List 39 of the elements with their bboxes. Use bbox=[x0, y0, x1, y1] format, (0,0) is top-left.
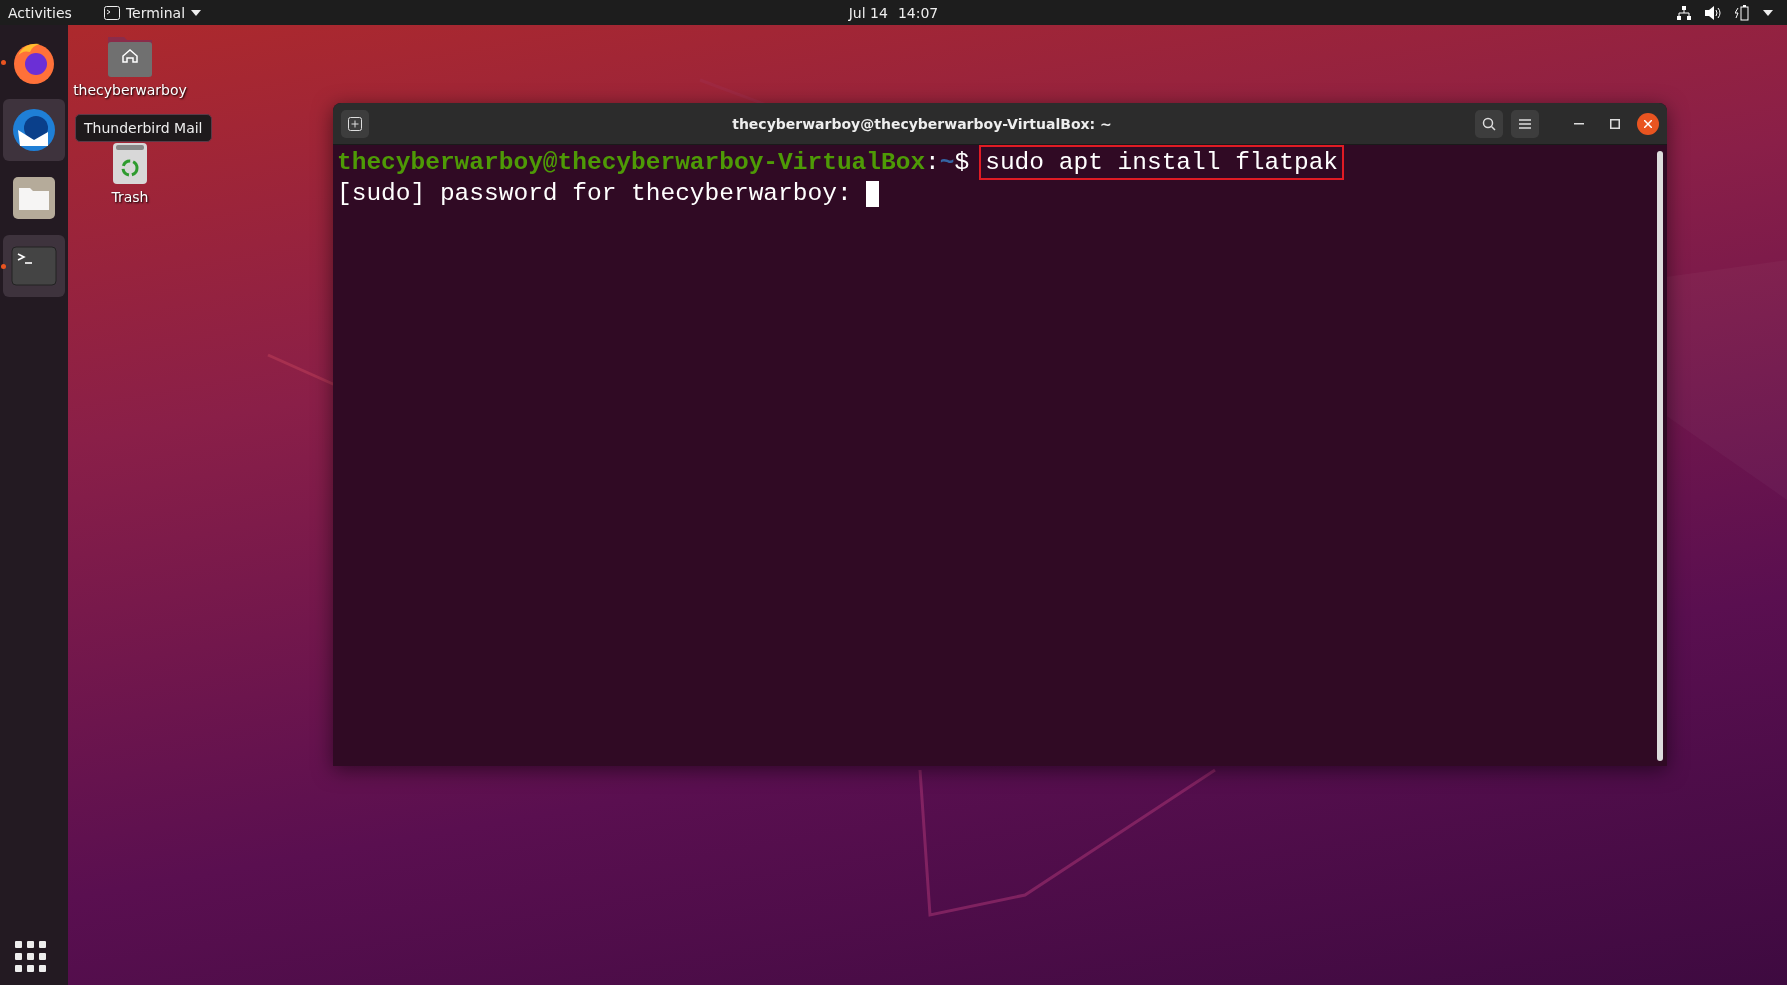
terminal-icon bbox=[103, 5, 120, 20]
running-indicator bbox=[1, 264, 6, 269]
running-indicator bbox=[1, 60, 6, 65]
prompt-symbol: $ bbox=[954, 148, 970, 178]
app-grid-icon[interactable] bbox=[15, 941, 47, 973]
volume-icon[interactable] bbox=[1705, 5, 1721, 20]
prompt-user-host: thecyberwarboy@thecyberwarboy-VirtualBox bbox=[337, 148, 926, 178]
battery-icon[interactable] bbox=[1735, 4, 1749, 21]
caret-icon[interactable] bbox=[1763, 9, 1773, 16]
close-icon bbox=[1644, 119, 1652, 128]
desktop-icon-label[interactable]: thecyberwarboy bbox=[73, 82, 187, 98]
clock[interactable]: Jul 14 14:07 bbox=[848, 4, 939, 21]
desktop-icon-label[interactable]: Trash bbox=[111, 189, 149, 205]
terminal-icon bbox=[11, 246, 57, 286]
thunderbird-icon bbox=[10, 106, 58, 154]
new-tab-icon bbox=[348, 116, 362, 131]
output-line: [sudo] password for thecyberwarboy: bbox=[337, 179, 852, 209]
minimize-icon bbox=[1574, 122, 1584, 125]
home-folder-icon bbox=[107, 34, 153, 78]
folder-icon bbox=[12, 176, 56, 220]
search-icon bbox=[1482, 116, 1496, 131]
activities-button[interactable]: Activities bbox=[8, 4, 72, 21]
caret-icon bbox=[191, 9, 202, 16]
app-menu[interactable]: Terminal bbox=[103, 4, 202, 21]
menu-button[interactable] bbox=[1511, 109, 1539, 138]
prompt-separator: : bbox=[925, 148, 940, 178]
prompt-path: ~ bbox=[939, 148, 955, 178]
network-icon[interactable] bbox=[1677, 5, 1691, 20]
search-button[interactable] bbox=[1475, 109, 1503, 138]
window-title: thecyberwarboy@thecyberwarboy-VirtualBox: ~ bbox=[731, 115, 1113, 132]
tooltip: Thunderbird Mail bbox=[75, 114, 212, 142]
menu-icon bbox=[1519, 118, 1531, 129]
maximize-icon bbox=[1610, 118, 1620, 129]
new-tab-button[interactable] bbox=[341, 109, 369, 138]
trash-icon bbox=[112, 142, 148, 185]
command-text: sudo apt install flatpak bbox=[981, 147, 1343, 178]
dock-item[interactable] bbox=[3, 99, 65, 161]
close-button[interactable] bbox=[1637, 112, 1659, 135]
scrollbar[interactable] bbox=[1657, 151, 1663, 761]
